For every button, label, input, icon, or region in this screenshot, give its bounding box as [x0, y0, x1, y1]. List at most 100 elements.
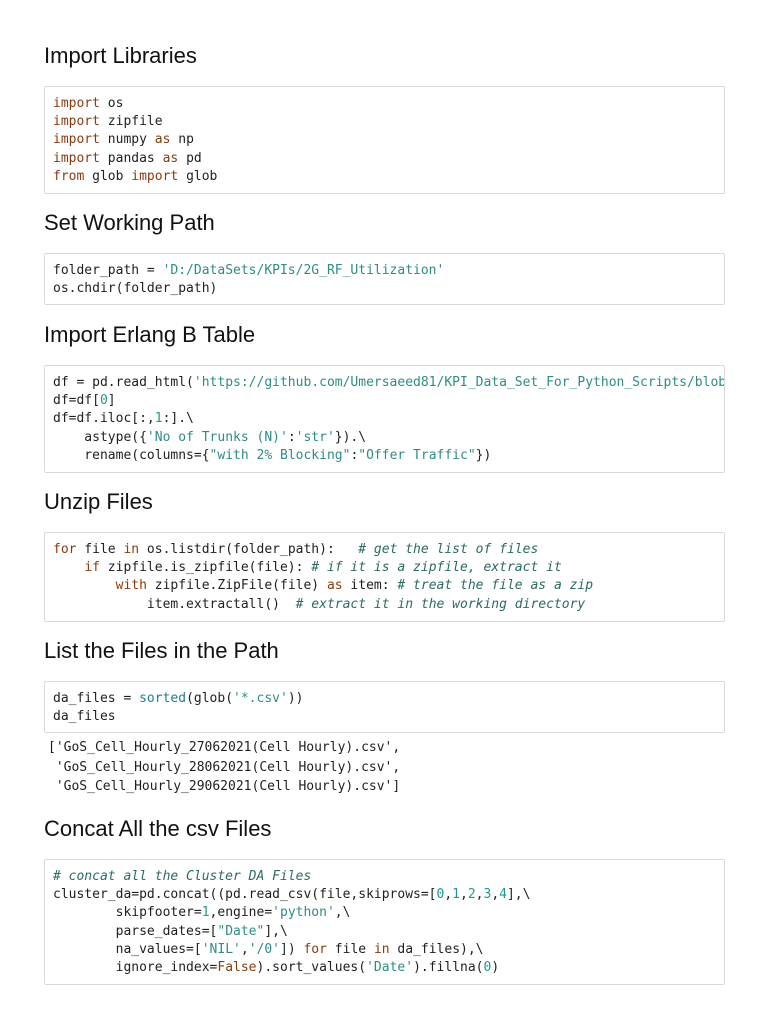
code-text: }).\ — [334, 429, 367, 445]
number-token: 1 — [201, 905, 210, 921]
keyword-token: as — [162, 150, 179, 166]
code-line: folder_path = 'D:/DataSets/KPIs/2G_RF_Ut… — [53, 262, 724, 280]
code-text: np — [170, 132, 194, 148]
output-line: 'GoS_Cell_Hourly_29062021(Cell Hourly).c… — [48, 779, 401, 794]
string-token: '/0' — [248, 941, 280, 957]
code-text: ).fillna( — [413, 959, 484, 975]
code-text: skipfooter= — [53, 905, 202, 921]
code-line: da_files = sorted(glob('*.csv')) — [53, 690, 724, 708]
code-line: import os — [53, 95, 724, 113]
keyword-token: import — [53, 132, 100, 148]
code-text: ,\ — [334, 905, 351, 921]
code-text: da_files — [53, 709, 116, 725]
number-token: 1 — [452, 887, 460, 903]
code-line: with zipfile.ZipFile(file) as item: # tr… — [53, 577, 724, 595]
keyword-token: in — [123, 542, 140, 557]
code-text: zipfile.ZipFile(file) — [146, 578, 327, 594]
code-block: import os import zipfile import numpy as n… — [53, 95, 724, 186]
code-cell-list-files[interactable]: da_files = sorted(glob('*.csv')) da_files — [44, 681, 725, 733]
notebook-page: Import Libraries import os import zipfile… — [0, 0, 768, 1024]
code-cell-concat-csv-files[interactable]: # concat all the Cluster DA Files cluster… — [44, 859, 725, 985]
code-line: df=df.iloc[:,1:].\ — [53, 410, 724, 428]
code-text: glob — [84, 168, 132, 184]
code-text: zipfile — [99, 114, 163, 130]
code-cell-import-erlang-b-table[interactable]: df = pd.read_html('https://github.com/Um… — [44, 365, 725, 473]
code-text: os.listdir(folder_path): — [139, 542, 359, 557]
section-heading-list-files: List the Files in the Path — [44, 638, 279, 663]
section-heading-import-erlang-b-table: Import Erlang B Table — [44, 322, 256, 347]
code-block: for file in os.listdir(folder_path): # g… — [53, 541, 724, 614]
code-text: file — [326, 941, 374, 957]
code-text: glob — [178, 168, 218, 184]
code-line: item.extractall() # extract it in the wo… — [53, 596, 724, 614]
code-text: cluster_da=pd.concat((pd.read_csv(file,s… — [53, 887, 437, 903]
code-text: da_files = — [53, 691, 140, 706]
code-text: ) — [491, 959, 500, 975]
code-text: )) — [287, 691, 304, 706]
code-text: rename(columns={ — [53, 447, 210, 463]
string-token: '*.csv' — [233, 691, 288, 706]
code-text: pd — [178, 150, 202, 166]
code-line: os.chdir(folder_path) — [53, 280, 724, 298]
code-line: cluster_da=pd.concat((pd.read_csv(file,s… — [53, 886, 724, 904]
code-text: , — [460, 887, 468, 903]
code-line: # concat all the Cluster DA Files — [53, 868, 724, 886]
builtin-token: sorted — [139, 691, 187, 706]
code-text: numpy — [99, 132, 155, 148]
string-token: 'Date' — [366, 959, 414, 975]
code-line: rename(columns={"with 2% Blocking":"Offe… — [53, 447, 724, 465]
code-line: astype({'No of Trunks (N)':'str'}).\ — [53, 429, 724, 447]
comment-token: # if it is a zipfile, extract it — [311, 560, 562, 576]
section-heading-concat-csv-files: Concat All the csv Files — [44, 816, 272, 841]
code-line: from glob import glob — [53, 168, 724, 186]
code-line: skipfooter=1,engine='python',\ — [53, 904, 724, 922]
code-cell-unzip-files[interactable]: for file in os.listdir(folder_path): # g… — [44, 532, 725, 622]
code-line: df = pd.read_html('https://github.com/Um… — [53, 374, 724, 392]
code-text: item.extractall() — [53, 596, 296, 612]
code-text: os.chdir(folder_path) — [53, 281, 218, 297]
keyword-token: for — [303, 941, 327, 957]
keyword-token: import — [53, 114, 100, 130]
code-text: (glob( — [186, 691, 234, 706]
output-line: ['GoS_Cell_Hourly_27062021(Cell Hourly).… — [48, 740, 401, 755]
code-cell-import-libraries[interactable]: import os import zipfile import numpy as n… — [44, 86, 725, 194]
code-text: , — [444, 887, 453, 903]
code-text: da_files),\ — [389, 941, 484, 957]
code-text: ],\ — [264, 923, 288, 939]
code-line: import zipfile — [53, 113, 724, 131]
comment-token: # get the list of files — [358, 542, 539, 557]
string-token: 'D:/DataSets/KPIs/2G_RF_Utilization' — [162, 263, 445, 278]
code-text: ] — [107, 393, 116, 409]
string-token: "with 2% Blocking" — [209, 447, 351, 463]
code-text: ]) — [280, 941, 304, 957]
keyword-token: from — [53, 168, 85, 184]
code-block: df = pd.read_html('https://github.com/Um… — [53, 374, 724, 465]
code-text: :].\ — [162, 411, 194, 427]
code-text: na_values=[ — [53, 941, 202, 957]
string-token: "Offer Traffic" — [358, 447, 476, 463]
code-text: , — [491, 887, 500, 903]
keyword-token: False — [217, 959, 257, 975]
keyword-token: as — [326, 578, 343, 594]
code-line: na_values=['NIL','/0']) for file in da_f… — [53, 941, 724, 959]
code-cell-set-working-path[interactable]: folder_path = 'D:/DataSets/KPIs/2G_RF_Ut… — [44, 253, 725, 305]
code-line: ignore_index=False).sort_values('Date').… — [53, 959, 724, 977]
section-heading-import-libraries: Import Libraries — [44, 43, 197, 68]
string-token: 'NIL' — [201, 941, 241, 957]
code-text: , — [240, 941, 249, 957]
code-text: astype({ — [53, 429, 147, 445]
code-text: folder_path = — [53, 263, 163, 278]
string-token: 'https://github.com/Umersaeed81/KPI_Data… — [193, 375, 725, 390]
output-line: 'GoS_Cell_Hourly_28062021(Cell Hourly).c… — [48, 759, 401, 775]
code-text: df=df.iloc[:, — [53, 411, 155, 427]
code-text: file — [76, 542, 124, 557]
comment-token: # extract it in the working directory — [295, 596, 586, 612]
number-token: 0 — [99, 393, 108, 409]
keyword-token: with — [115, 578, 147, 594]
keyword-token: import — [53, 96, 100, 111]
cell-output-list-files: ['GoS_Cell_Hourly_27062021(Cell Hourly).… — [48, 738, 400, 797]
number-token: 1 — [154, 411, 163, 427]
code-text: parse_dates=[ — [53, 923, 218, 939]
code-line: for file in os.listdir(folder_path): # g… — [53, 541, 724, 559]
